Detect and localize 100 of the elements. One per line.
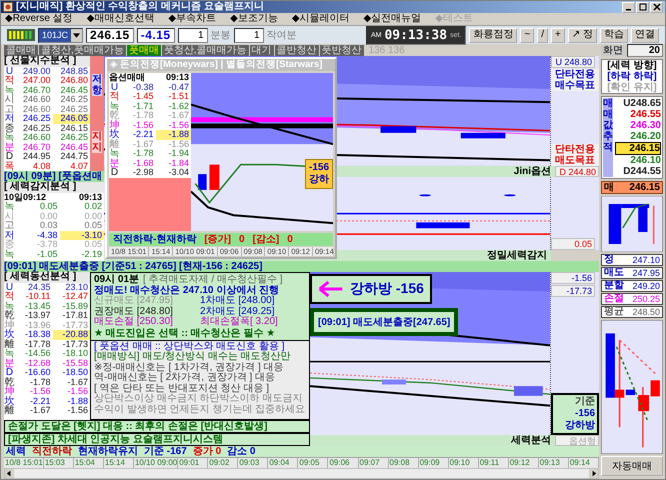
table-cell-text: -16.60 [24,368,52,378]
price-label: 매도손절 [250.30] [94,317,174,328]
table-cell-text: 0.05 [83,240,103,250]
row-label: 저 [4,230,15,240]
close-icon [652,3,660,11]
menu-item[interactable]: ◆부속차트 [168,13,216,25]
extra-label: 작여분 [266,29,297,42]
table-cell-text: -18.50 [61,368,89,378]
table-cell-text: -18.10 [61,349,89,358]
symbol-dropdown[interactable]: 101JC [38,28,84,42]
row-label: 고 [4,104,15,114]
table-cell-text: -1.51 [167,92,190,102]
menu-item[interactable]: ◆보조기능 [230,13,278,25]
maximize-icon [638,3,646,11]
row-label: D [6,368,14,378]
badge-text: 강하 [308,174,329,186]
maximize-button[interactable] [636,2,649,12]
row-label: 종 [4,240,15,250]
table-cell-text: 0.03 [38,221,58,230]
table-cell-text: -14.56 [24,349,52,358]
menu-item[interactable]: ◆Reverse 설정 [5,13,73,25]
row-label: 녹 [109,149,120,158]
resistance-label: 저항 [92,74,102,96]
rule-text: [매매방식] 매도/청산방식 매수는 매도청산만 [94,352,292,362]
rule-text: 상단박스이상 매수금지 하단박스이하 매도금지 [94,394,304,404]
trace-value: U248.65 [622,98,661,109]
marker-dot [504,194,516,196]
popup-title: ◈ 돈의전쟁[Moneywars] | 별들의전쟁[Starwars] [107,59,335,71]
status-item: 세력 [6,446,26,457]
toolbar-button[interactable]: ↗ 정 [568,28,597,42]
table-cell-text: -4.38 [36,230,58,240]
column-header: 09:13 [78,192,103,202]
close-button[interactable] [650,2,663,12]
rule-text: [ 역은 단타 또는 반대포지션 청산 대응 ] [94,384,270,394]
rule-text: [ 풋옵션 매매 :: 상단박스와 매도신호 활용 ] [94,342,286,352]
table-cell-text: 246.25 [59,104,89,114]
table-cell-text: 246.70 [22,142,52,152]
table-cell-text: -18.38 [24,330,52,340]
extra-field[interactable]: 1 [234,28,264,42]
window-title: [지니매직] 환상적인 수익창출의 메커니즘 요술램프지니 [16,1,264,13]
row-label: 離 [4,406,15,416]
toolbar-button[interactable]: 화룡점정 [469,28,518,42]
row-label: 녹 [109,102,120,111]
rule-text: 수익이 발생하면 언제든지 챙기는데 집중하세요 [94,404,306,415]
lower-value: D 244.80 [555,166,599,177]
table-cell-text: 246.70 [22,86,52,95]
status-banner: [09시 09분] [풋옵션매 [4,171,104,182]
table-cell-text: 4.07 [69,162,89,171]
row-label: 離 [109,140,120,149]
table-cell-text: 246.25 [22,114,52,124]
table-cell-text: -1.56 [167,140,190,149]
row-label: 고 [4,221,15,230]
period-field[interactable]: 1 [178,28,208,42]
table-cell-text: 244.95 [22,152,52,162]
table-cell-text: 246.80 [59,76,89,86]
auto-trade-button[interactable]: 자동매매 [601,456,663,476]
row-label: 시 [4,95,15,104]
row-label: 녹 [4,349,15,358]
row-label: 분 [4,358,15,368]
table-cell-text: 248.85 [59,66,89,76]
strategy-note: ★ 매도진입은 선택 :: 매수청산은 필수 ★ [94,328,276,338]
table-cell-text: 246.25 [59,95,89,104]
scrollbar[interactable] [4,468,599,479]
minimize-button[interactable] [622,2,635,12]
table-cell-text: 0.05 [83,221,103,230]
table-cell-text: 246.25 [59,133,89,142]
price-label: 최대손절폭[ 3.20] [200,317,279,328]
rule-text: 역-매매신호는 [ 2차가격, 권장가격 ] 대응 [94,373,276,384]
toolbar-button[interactable]: / [537,28,548,42]
footer-text: [증가] [204,233,232,246]
menu-item[interactable]: ◆매매신호선택 [86,13,154,25]
table-cell-text: -1.78 [28,378,52,387]
toolbar-button[interactable]: 연결 [631,28,659,42]
rule-text: ※정-매매신호는 [ 1차가격, 권장가격 ] 대응 [94,362,284,372]
row-label: 乾 [4,378,15,387]
table-cell-text: 246.60 [22,133,52,142]
table-cell-text: 24.35 [26,282,52,292]
table-cell-text: -17.73 [61,340,89,349]
row-label: 坎 [4,396,15,406]
table-cell-text: 244.75 [59,152,89,162]
table-cell-text: -1.88 [66,396,89,406]
toolbar-button[interactable]: 학습 [600,28,628,42]
candle [382,380,406,384]
toolbar-button[interactable]: + [550,28,565,42]
screen-field[interactable]: 20 [627,44,663,57]
table-cell-text: -17.78 [24,340,52,349]
row-label: D [6,152,14,162]
candle [460,132,506,138]
row-label: 녹 [4,202,14,212]
table-cell-text: 23.10 [64,282,89,292]
table-cell-text: -12.47 [61,292,89,302]
toolbar-button[interactable]: ~ [520,28,534,42]
table-cell-text: -2.19 [80,250,103,259]
table-cell-text: -1.71 [132,102,154,111]
menu-item[interactable]: ◆실전매뉴얼 [364,13,422,25]
table-cell-text: -1.67 [132,140,154,149]
table-cell-text: 0.02 [83,202,103,212]
table-cell-text: -1.56 [167,120,190,130]
row-label: U [6,282,14,292]
menu-item[interactable]: ◆시뮬레이터 [292,13,350,25]
